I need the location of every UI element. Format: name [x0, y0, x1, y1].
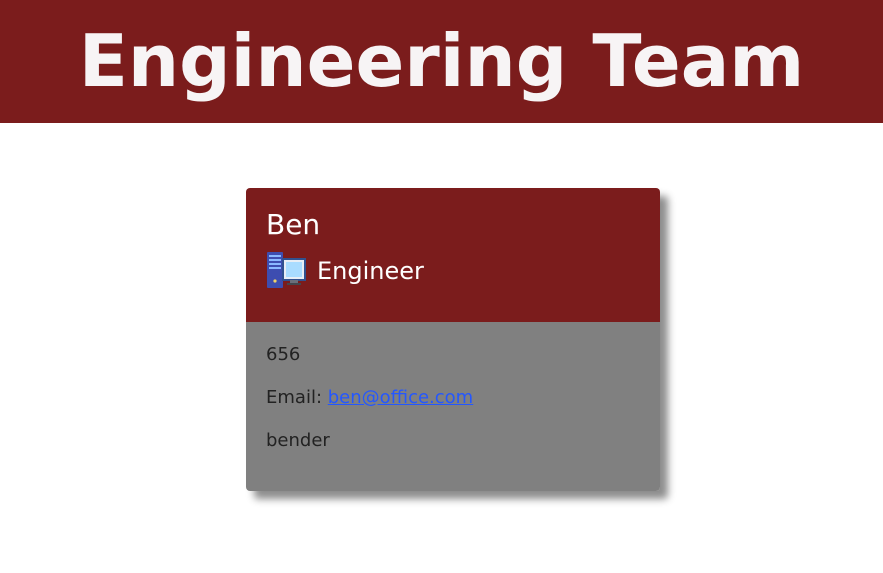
email-label: Email:	[266, 387, 323, 408]
employee-id: 656	[266, 344, 301, 365]
computer-workstation-icon	[266, 252, 306, 290]
page-banner: Engineering Team	[0, 0, 883, 123]
employee-card-body: 656 Email: ben@office.com bender	[246, 322, 660, 491]
page-title: Engineering Team	[78, 19, 805, 103]
employee-role: Engineer	[317, 257, 424, 285]
email-link[interactable]: ben@office.com	[328, 387, 473, 408]
employee-role-row: Engineer	[266, 252, 424, 290]
employee-card: Ben Engineer 656 Email: ben@office.com b…	[246, 188, 660, 491]
employee-name: Ben	[266, 208, 321, 241]
employee-username: bender	[266, 430, 330, 451]
employee-card-header: Ben Engineer	[246, 188, 660, 322]
employee-email-row: Email: ben@office.com	[266, 387, 473, 409]
